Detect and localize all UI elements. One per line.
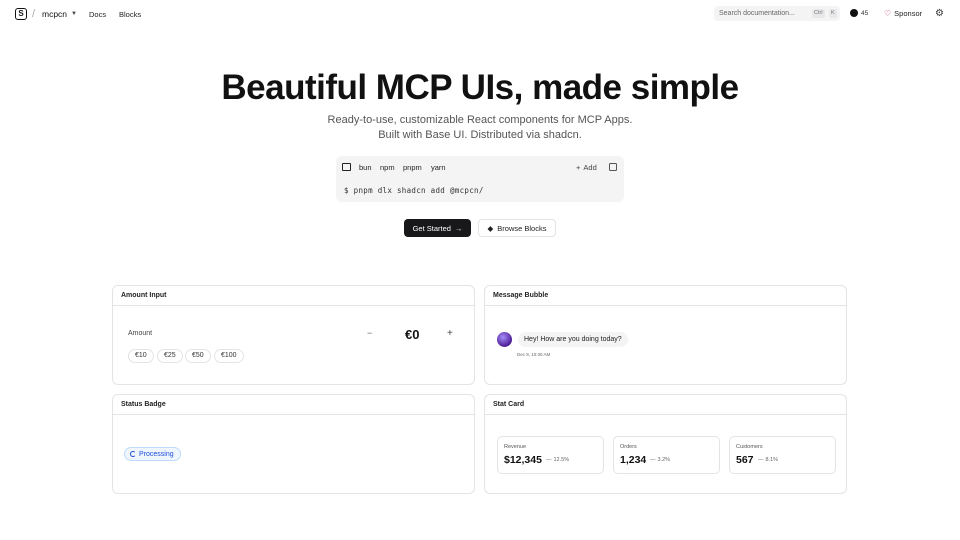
tab-npm[interactable]: npm xyxy=(380,163,395,172)
trend-value: 8.1% xyxy=(765,457,779,463)
card-title: Message Bubble xyxy=(485,286,846,306)
preset-chip[interactable]: €100 xyxy=(214,349,244,363)
trend-dash-icon: — xyxy=(650,457,656,463)
preset-chip[interactable]: €10 xyxy=(128,349,154,363)
mcpcn-logo-icon[interactable]: S xyxy=(15,8,27,20)
preset-chip[interactable]: €50 xyxy=(185,349,211,363)
card-title: Amount Input xyxy=(113,286,474,306)
increment-button[interactable]: + xyxy=(447,328,453,339)
message-timestamp: Dec 8, 10:30 AM xyxy=(517,352,551,357)
amount-input-card: Amount Input Amount − €0 + €10 €25 €50 €… xyxy=(112,285,475,385)
github-icon xyxy=(850,9,858,17)
sponsor-button[interactable]: ♡ Sponsor xyxy=(884,9,922,18)
amount-value[interactable]: €0 xyxy=(405,327,419,342)
project-switcher[interactable]: mcpcn ▼ xyxy=(42,9,77,19)
chevron-down-icon: ▼ xyxy=(71,11,77,17)
stat-card-revenue: Revenue $12,345 —12.5% xyxy=(497,436,604,474)
amount-label: Amount xyxy=(128,330,153,337)
sponsor-label: Sponsor xyxy=(894,9,923,18)
get-started-button[interactable]: Get Started → xyxy=(404,219,471,237)
tab-yarn[interactable]: yarn xyxy=(431,163,446,172)
divider-slash: / xyxy=(32,8,36,20)
decrement-button[interactable]: − xyxy=(367,328,372,338)
stat-card-customers: Customers 567 —8.1% xyxy=(729,436,836,474)
settings-gear-icon[interactable]: ⚙ xyxy=(935,8,944,19)
stat-card-card: Stat Card Revenue $12,345 —12.5% Orders … xyxy=(484,394,847,494)
stat-trend: —8.1% xyxy=(758,457,778,463)
get-started-label: Get Started xyxy=(412,223,451,233)
browse-blocks-label: Browse Blocks xyxy=(497,223,547,233)
browse-blocks-button[interactable]: ◆ Browse Blocks xyxy=(478,219,556,237)
install-command: $ pnpm dlx shadcn add @mcpcn/ xyxy=(344,186,484,195)
status-badge-card: Status Badge Processing xyxy=(112,394,475,494)
trend-dash-icon: — xyxy=(758,457,764,463)
brand-name: mcpcn xyxy=(42,9,68,19)
spinner-icon xyxy=(130,451,136,457)
stat-value: 1,234 xyxy=(620,454,647,466)
stat-value: $12,345 xyxy=(504,454,542,466)
heart-icon: ♡ xyxy=(884,9,892,18)
top-nav: S / mcpcn ▼ Docs Blocks Search documenta… xyxy=(0,0,960,28)
plus-icon: + xyxy=(576,163,581,172)
search-input[interactable]: Search documentation... Ctrl K xyxy=(714,6,840,21)
hero-title: Beautiful MCP UIs, made simple xyxy=(221,68,739,107)
search-placeholder: Search documentation... xyxy=(719,10,795,17)
github-link[interactable]: 45 xyxy=(850,9,868,17)
message-bubble: Hey! How are you doing today? xyxy=(518,332,628,347)
nav-docs-link[interactable]: Docs xyxy=(89,10,106,19)
stat-label: Orders xyxy=(620,444,637,450)
stat-trend: —3.2% xyxy=(650,457,670,463)
stat-value: 567 xyxy=(736,454,754,466)
logo-glyph: S xyxy=(18,9,24,18)
card-title: Stat Card xyxy=(485,395,846,415)
arrow-right-icon: → xyxy=(454,223,463,233)
kbd-k: K xyxy=(829,9,837,18)
trend-value: 3.2% xyxy=(657,457,671,463)
add-label: Add xyxy=(583,163,597,172)
hero-subtitle: Ready-to-use, customizable React compone… xyxy=(327,114,633,141)
tab-pnpm[interactable]: pnpm xyxy=(403,163,422,172)
stat-label: Revenue xyxy=(504,444,527,450)
stat-card-orders: Orders 1,234 —3.2% xyxy=(613,436,720,474)
stat-label: Customers xyxy=(736,444,763,450)
avatar xyxy=(497,332,512,347)
status-badge: Processing xyxy=(124,447,181,461)
stat-trend: —12.5% xyxy=(546,457,569,463)
nav-blocks-link[interactable]: Blocks xyxy=(119,10,141,19)
install-command-box: bun npm pnpm yarn + Add $ pnpm dlx shadc… xyxy=(336,156,624,202)
terminal-icon xyxy=(342,163,351,171)
trend-dash-icon: — xyxy=(546,457,552,463)
trend-value: 12.5% xyxy=(553,457,570,463)
status-label: Processing xyxy=(139,450,174,458)
blocks-icon: ◆ xyxy=(487,223,494,233)
kbd-ctrl: Ctrl xyxy=(812,9,825,18)
preset-chip[interactable]: €25 xyxy=(157,349,183,363)
message-bubble-card: Message Bubble Hey! How are you doing to… xyxy=(484,285,847,385)
add-button[interactable]: + Add xyxy=(576,163,597,172)
copy-icon[interactable] xyxy=(609,163,617,171)
tab-bun[interactable]: bun xyxy=(359,163,372,172)
github-stars: 45 xyxy=(861,9,869,17)
card-title: Status Badge xyxy=(113,395,474,415)
